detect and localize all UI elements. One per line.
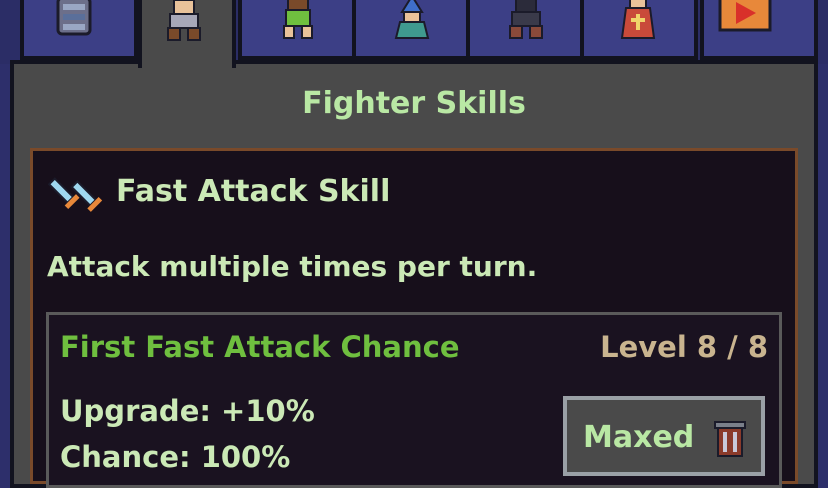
priest-tab[interactable] [580, 0, 698, 60]
trash-bin-icon [714, 421, 746, 457]
upgrade-amount: Upgrade: +10% [60, 394, 315, 428]
fighter-icon [167, 0, 201, 41]
exit-tab[interactable] [700, 0, 818, 60]
maxed-button[interactable]: Maxed [563, 396, 765, 476]
chance-value: Chance: 100% [60, 440, 291, 474]
mage-tab[interactable] [352, 0, 470, 60]
mage-icon [394, 0, 430, 39]
upgrade-level: Level 8 / 8 [600, 330, 768, 364]
ranger-icon [283, 0, 313, 39]
upgrade-name: First Fast Attack Chance [60, 330, 460, 364]
armor-icon [56, 0, 92, 36]
twin-swords-icon [48, 177, 103, 212]
fighter-tab[interactable] [138, 0, 236, 68]
exit-icon [718, 0, 772, 32]
panel-title: Fighter Skills [302, 86, 526, 121]
priest-icon [620, 0, 656, 39]
skill-name: Fast Attack Skill [116, 174, 391, 209]
rogue-tab[interactable] [466, 0, 584, 60]
skill-description: Attack multiple times per turn. [47, 250, 538, 283]
rogue-icon [509, 0, 543, 39]
ranger-tab[interactable] [238, 0, 356, 60]
maxed-label: Maxed [583, 420, 695, 455]
armor-tab[interactable] [20, 0, 138, 60]
